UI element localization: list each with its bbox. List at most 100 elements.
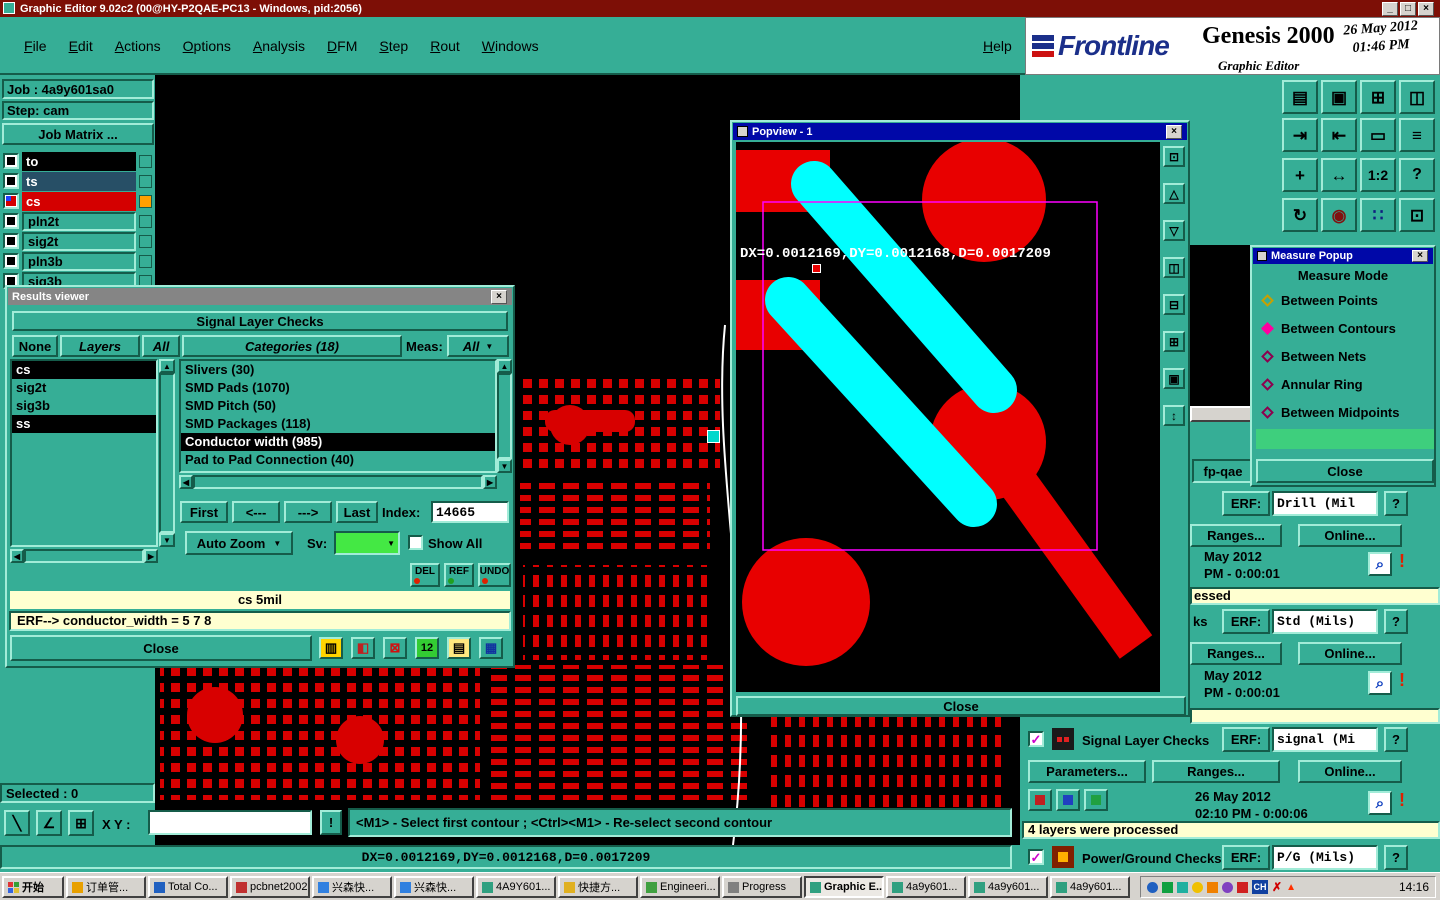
toolbar-splitview-button[interactable]: ◫ (1399, 80, 1435, 114)
last-button[interactable]: Last (336, 501, 378, 523)
menu-actions[interactable]: Actions (115, 38, 161, 54)
filter-all-button[interactable]: All (142, 335, 180, 357)
online-button[interactable]: Online... (1298, 760, 1402, 783)
erf-button[interactable]: ERF: (1222, 845, 1270, 870)
layer-visibility-checkbox[interactable] (3, 173, 19, 189)
tray-genesis-icon[interactable] (1177, 881, 1188, 893)
results-close-icon[interactable]: × (491, 289, 507, 304)
grid-tool-button[interactable]: ⊞ (68, 810, 94, 836)
window-titlebar[interactable]: Graphic Editor 9.02c2 (00@HY-P2QAE-PC13 … (0, 0, 1440, 17)
list-item[interactable]: sig3b (12, 397, 156, 415)
toolbar-rect-button[interactable]: ▭ (1360, 118, 1396, 152)
results-titlebar[interactable]: Results viewer × (8, 288, 512, 305)
taskbar-task[interactable]: 4a9y601... (886, 876, 966, 898)
layer-marker-icon[interactable] (139, 215, 152, 228)
show-all-checkbox[interactable] (408, 535, 423, 550)
list-item[interactable]: cs (12, 361, 156, 379)
meas-dropdown[interactable]: All ▼ (447, 335, 509, 357)
categories-hscrollbar[interactable]: ◀ ▶ (179, 475, 497, 489)
popview-side-up-button[interactable]: △ (1163, 183, 1185, 204)
zoom-result-button[interactable]: ⌕ (1368, 791, 1392, 815)
toolbar-netlist-button[interactable]: ∷ (1360, 198, 1396, 232)
layer-name[interactable]: sig2t (22, 232, 136, 251)
ranges-button[interactable]: Ranges... (1152, 760, 1280, 783)
category-item[interactable]: SMD Pads (1070) (181, 379, 495, 397)
erf-field[interactable]: Std (Mils) (1272, 609, 1378, 634)
fp-qae-tab[interactable]: fp-qae (1192, 459, 1254, 483)
layer-name[interactable]: pln2t (22, 212, 136, 231)
results-notes-button[interactable]: ▤ (447, 637, 471, 659)
next-button[interactable]: ---> (284, 501, 332, 523)
toolbar-ratio-button[interactable]: 1:2 (1360, 158, 1396, 192)
filter-none-button[interactable]: None (12, 335, 58, 357)
del-button[interactable]: DEL (410, 563, 440, 587)
tray-scanner-icon[interactable] (1237, 881, 1248, 893)
menu-edit[interactable]: Edit (69, 38, 93, 54)
popview-side-scroll-button[interactable]: ↕ (1163, 405, 1185, 426)
categories-list[interactable]: Slivers (30) SMD Pads (1070) SMD Pitch (… (179, 359, 497, 473)
measure-option-between-contours[interactable]: Between Contours (1256, 315, 1434, 341)
layer-name[interactable]: cs (22, 192, 136, 211)
measure-titlebar[interactable]: Measure Popup × (1253, 248, 1433, 264)
scroll-down-icon[interactable]: ▼ (497, 459, 512, 473)
popview-canvas[interactable]: DX=0.0012169,DY=0.0012168,D=0.0017209 (736, 138, 1160, 692)
taskbar-task-active[interactable]: Graphic E... (804, 876, 884, 898)
taskbar-task[interactable]: 4A9Y601... (476, 876, 556, 898)
erf-field[interactable]: Drill (Mil (1272, 491, 1378, 516)
results-close-button[interactable]: Close (10, 635, 312, 661)
toolbar-display-button[interactable]: ▣ (1321, 80, 1357, 114)
layer-list-vscrollbar[interactable]: ▲ ▼ (159, 359, 175, 547)
popview-side-down-button[interactable]: ▽ (1163, 220, 1185, 241)
undo-button[interactable]: UNDO (478, 563, 511, 587)
results-layer-list[interactable]: cs sig2t sig3b ss (10, 359, 158, 547)
tray-alert-icon[interactable]: ▲ (1286, 882, 1296, 893)
category-item[interactable]: Pad to Pad Connection (40) (181, 451, 495, 469)
toolbar-grid-button[interactable]: ⊞ (1360, 80, 1396, 114)
tray-antivirus-icon[interactable] (1162, 881, 1173, 893)
scroll-down-icon[interactable]: ▼ (159, 533, 175, 547)
erf-help-button[interactable]: ? (1384, 845, 1408, 870)
category-item[interactable]: Slivers (30) (181, 361, 495, 379)
ranges-button[interactable]: Ranges... (1190, 642, 1282, 665)
tray-close-icon[interactable]: ✗ (1272, 880, 1282, 894)
category-item[interactable]: Conductor width (985) (181, 433, 495, 451)
layer-visibility-checkbox[interactable] (3, 193, 19, 209)
popview-side-compare-button[interactable]: ◫ (1163, 257, 1185, 278)
signal-checks-checkbox[interactable]: ✓ (1028, 731, 1044, 747)
erf-help-button[interactable]: ? (1384, 491, 1408, 516)
job-matrix-button[interactable]: Job Matrix ... (2, 123, 154, 145)
erf-help-button[interactable]: ? (1384, 727, 1408, 752)
index-input[interactable]: 14665 (431, 501, 509, 523)
erf-button[interactable]: ERF: (1222, 727, 1270, 752)
xy-input[interactable] (148, 810, 312, 835)
results-delete-button[interactable]: ⊠ (383, 637, 407, 659)
layer-marker-icon[interactable] (139, 175, 152, 188)
category-item[interactable]: SMD Packages (118) (181, 415, 495, 433)
menu-analysis[interactable]: Analysis (253, 38, 305, 54)
popview-side-zoomin-button[interactable]: ⊞ (1163, 331, 1185, 352)
tray-network-icon[interactable] (1147, 881, 1158, 893)
category-item[interactable]: SMD Pitch (50) (181, 397, 495, 415)
ref-button[interactable]: REF (444, 563, 474, 587)
scroll-up-icon[interactable]: ▲ (159, 359, 175, 373)
report-tool-button[interactable] (1028, 789, 1052, 811)
alert-button[interactable]: ! (320, 810, 342, 835)
taskbar-task[interactable]: Total Co... (148, 876, 228, 898)
taskbar-task[interactable]: 兴森快... (394, 876, 474, 898)
toolbar-export-button[interactable]: ▤ (1282, 80, 1318, 114)
layer-visibility-checkbox[interactable] (3, 153, 19, 169)
taskbar-task[interactable]: pcbnet2002 (230, 876, 310, 898)
table-tool-button[interactable] (1084, 789, 1108, 811)
measure-option-annular-ring[interactable]: Annular Ring (1256, 371, 1434, 397)
taskbar-task[interactable]: 兴森快... (312, 876, 392, 898)
popview-side-zoomout-button[interactable]: ⊟ (1163, 294, 1185, 315)
online-button[interactable]: Online... (1298, 524, 1402, 547)
results-count-button[interactable]: 12 (415, 637, 439, 659)
results-histogram-button[interactable]: ▥ (319, 637, 343, 659)
measure-option-between-midpoints[interactable]: Between Midpoints (1256, 399, 1434, 425)
scroll-right-icon[interactable]: ▶ (144, 549, 158, 563)
popview-close-icon[interactable]: × (1166, 124, 1182, 139)
menu-help[interactable]: Help (983, 38, 1012, 54)
layer-name[interactable]: pln3b (22, 252, 136, 271)
measure-close-icon[interactable]: × (1412, 250, 1428, 262)
